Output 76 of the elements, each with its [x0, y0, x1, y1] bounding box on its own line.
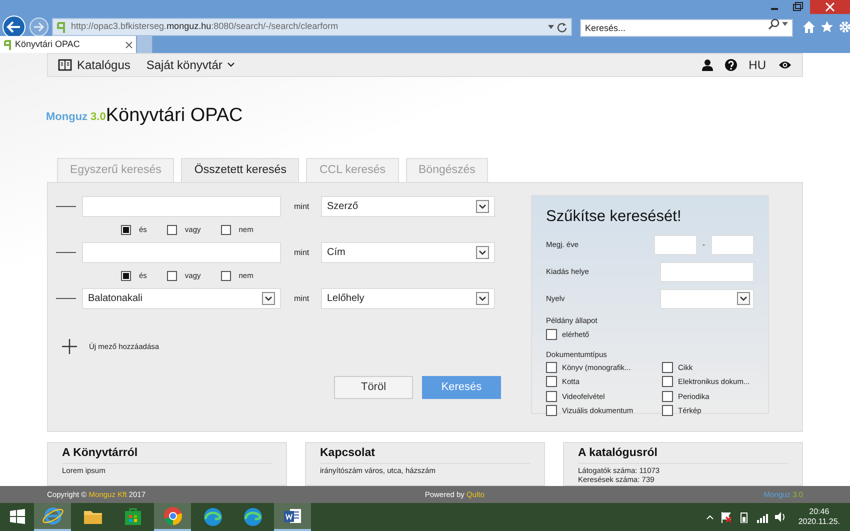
- checkbox[interactable]: [121, 270, 131, 280]
- input-field[interactable]: [82, 242, 281, 263]
- checkbox[interactable]: [546, 404, 557, 416]
- dropdown-icon: [476, 200, 489, 213]
- checkbox[interactable]: [662, 376, 673, 388]
- taskbar-button[interactable]: [154, 503, 191, 531]
- checkbox[interactable]: [546, 362, 557, 374]
- checkbox[interactable]: [546, 390, 557, 402]
- eye-icon: [778, 60, 792, 70]
- dropdown-icon: [737, 292, 750, 306]
- close-icon: [810, 0, 850, 14]
- battery-icon: [738, 511, 750, 523]
- clock-time: 20:46: [809, 507, 830, 517]
- card-title: Kapcsolat: [320, 447, 530, 464]
- nav-link[interactable]: Saját könyvtár: [146, 56, 236, 74]
- clear-button[interactable]: Töröl: [334, 376, 413, 399]
- input-field[interactable]: [654, 234, 696, 255]
- star-icon: [820, 20, 834, 34]
- checkbox[interactable]: [220, 270, 231, 280]
- checkbox[interactable]: [662, 404, 673, 416]
- url-text: http://opac3.bfkisterseg.monguz.hu:8080/search/-/search/clearform: [71, 20, 338, 34]
- taskbar-button[interactable]: [274, 503, 311, 531]
- input-field[interactable]: [711, 234, 754, 255]
- checkbox[interactable]: [166, 270, 177, 280]
- select-field[interactable]: Szerző: [321, 196, 495, 217]
- flag-icon: [720, 511, 732, 523]
- filter-title: Szűkítse keresését!: [546, 207, 682, 227]
- connector-label: mint: [294, 292, 310, 304]
- card-title: A Könyvtárról: [62, 447, 272, 464]
- select-field[interactable]: Balatonakali: [82, 288, 281, 309]
- dropdown-icon: [476, 292, 489, 305]
- page-title: Könyvtári OPAC: [106, 104, 243, 128]
- checkbox[interactable]: [546, 328, 557, 340]
- book-icon: [58, 59, 72, 71]
- input-field[interactable]: [82, 196, 281, 217]
- select-field[interactable]: [660, 288, 754, 309]
- forward-icon: [29, 17, 49, 37]
- restore-icon: [793, 2, 803, 11]
- clock-date: 2020.11.25.: [798, 517, 840, 527]
- checkbox[interactable]: [220, 224, 231, 234]
- site-icon: [3, 38, 11, 50]
- site-icon: [55, 20, 67, 34]
- search-field[interactable]: Keresés...: [580, 19, 793, 37]
- caret-icon: [227, 62, 236, 68]
- select-field[interactable]: Lelőhely: [321, 288, 495, 309]
- card-title: A katalógusról: [578, 447, 788, 464]
- connector-label: mint: [294, 246, 310, 258]
- nav-link[interactable]: Katalógus: [58, 56, 130, 74]
- checkbox[interactable]: [121, 224, 131, 234]
- checkbox[interactable]: [546, 376, 557, 388]
- browser-tab[interactable]: Könyvtári OPAC: [0, 36, 137, 53]
- search-tab[interactable]: Összetett keresés: [181, 158, 300, 182]
- connector-label: mint: [294, 200, 310, 212]
- address-bar[interactable]: http://opac3.bfkisterseg.monguz.hu:8080/search/-/search/clearform: [52, 18, 572, 36]
- chevron-up-icon: [706, 513, 714, 521]
- checkbox[interactable]: [662, 362, 673, 374]
- dropdown-icon: [262, 292, 275, 305]
- signal-icon: [756, 511, 768, 523]
- language-toggle[interactable]: HU: [748, 56, 766, 74]
- dropdown-icon: [476, 246, 489, 259]
- close-icon: [125, 40, 133, 48]
- user-icon: [702, 59, 713, 71]
- select-field[interactable]: Cím: [321, 242, 495, 263]
- brand-version: 3.0: [90, 110, 106, 124]
- minimize-icon: [771, 8, 778, 10]
- refresh-icon: [556, 21, 568, 33]
- brand-name: Monguz: [46, 110, 88, 124]
- search-icon: [768, 18, 780, 30]
- home-icon: [802, 20, 816, 34]
- plus-icon: [62, 339, 77, 354]
- checkbox[interactable]: [166, 224, 177, 234]
- taskbar-button[interactable]: [34, 503, 71, 531]
- help-icon: [724, 59, 737, 71]
- speaker-icon: [774, 511, 786, 523]
- input-field[interactable]: [660, 262, 754, 282]
- checkbox[interactable]: [662, 390, 673, 402]
